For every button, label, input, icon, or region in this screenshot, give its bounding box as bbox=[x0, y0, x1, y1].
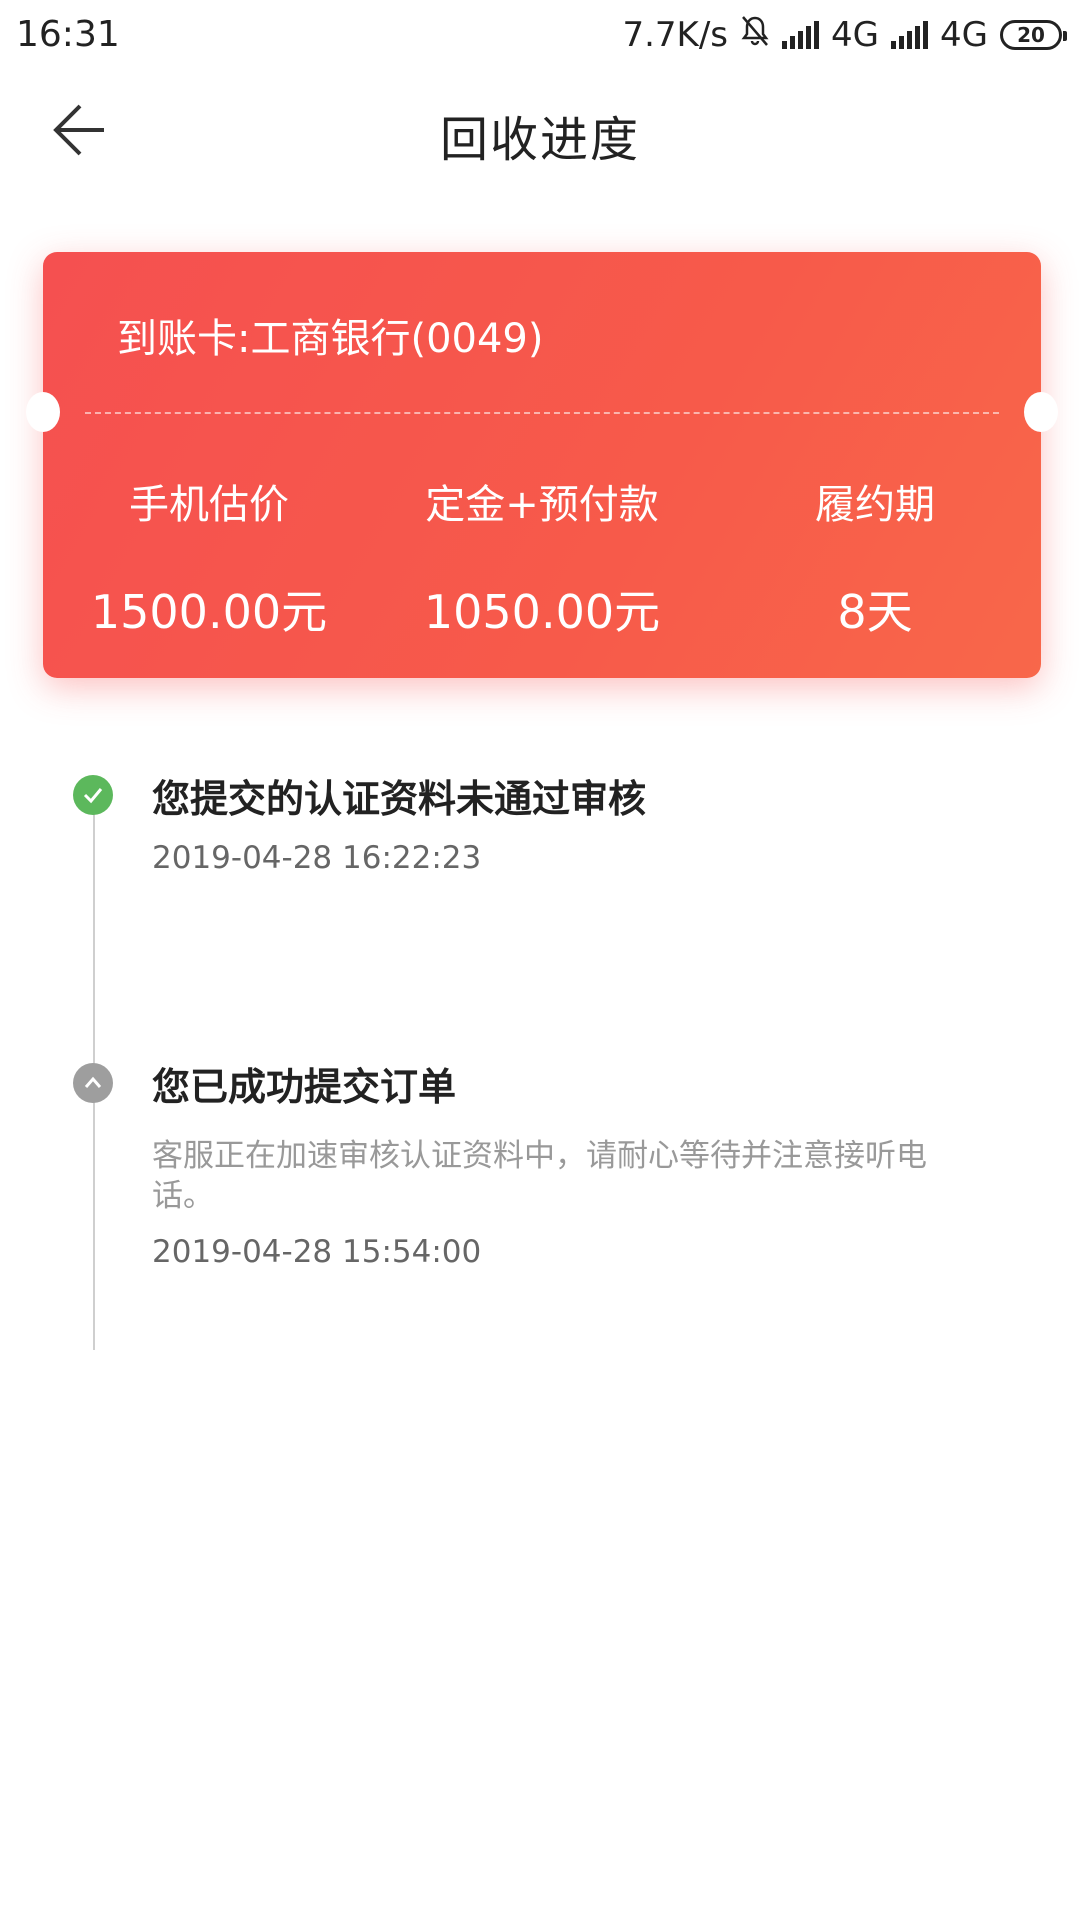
timeline-item-title: 您已成功提交订单 bbox=[152, 1065, 457, 1109]
net-speed: 7.7K/s bbox=[622, 15, 729, 55]
chevron-up-icon bbox=[73, 1063, 113, 1103]
column-value: 1050.00元 bbox=[423, 585, 661, 639]
status-bar: 16:31 7.7K/s 4G 4G 20 bbox=[0, 0, 1080, 70]
timeline-item-description: 客服正在加速审核认证资料中，请耐心等待并注意接听电话。 bbox=[152, 1138, 927, 1214]
card-divider bbox=[85, 412, 999, 414]
column-label: 定金+预付款 bbox=[425, 482, 659, 528]
check-icon bbox=[73, 775, 113, 815]
bell-muted-icon bbox=[740, 15, 770, 56]
column-value: 1500.00元 bbox=[90, 585, 328, 639]
recycle-summary-card: 到账卡:工商银行(0049) 手机估价 1500.00元 定金+预付款 1050… bbox=[26, 252, 1058, 678]
app-header: 回收进度 bbox=[0, 70, 1080, 190]
page-title: 回收进度 bbox=[439, 112, 640, 168]
timeline-item-title: 您提交的认证资料未通过审核 bbox=[152, 777, 647, 821]
card-column-period: 履约期 8天 bbox=[709, 472, 1041, 642]
network-type-1: 4G bbox=[831, 15, 880, 55]
card-column-deposit: 定金+预付款 1050.00元 bbox=[376, 472, 708, 642]
status-icons: 7.7K/s 4G 4G 20 bbox=[622, 14, 1067, 56]
battery-icon: 20 bbox=[1000, 20, 1067, 50]
status-time: 16:31 bbox=[16, 14, 120, 55]
column-label: 履约期 bbox=[815, 482, 935, 528]
timeline-item-time: 2019-04-28 16:22:23 bbox=[152, 840, 482, 876]
column-value: 8天 bbox=[837, 585, 913, 639]
card-column-estimate: 手机估价 1500.00元 bbox=[43, 472, 375, 642]
bank-card-info: 到账卡:工商银行(0049) bbox=[117, 316, 544, 362]
card-notch-right bbox=[1024, 392, 1058, 432]
timeline-item-time: 2019-04-28 15:54:00 bbox=[152, 1234, 482, 1270]
card-notch-left bbox=[26, 392, 60, 432]
column-label: 手机估价 bbox=[129, 482, 289, 528]
signal-icon bbox=[782, 21, 820, 49]
network-type-2: 4G bbox=[940, 15, 988, 55]
signal-icon bbox=[891, 21, 929, 49]
